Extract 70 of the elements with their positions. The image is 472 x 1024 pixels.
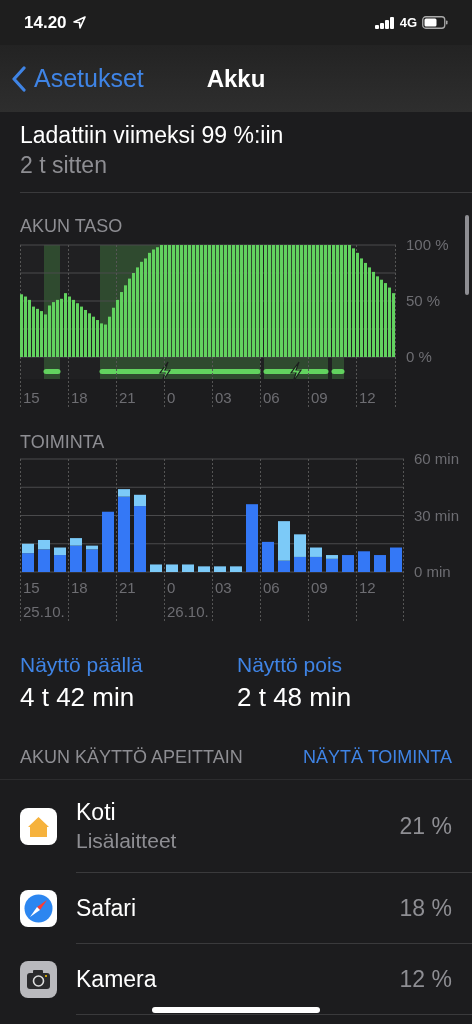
last-charge-title: Ladattiin viimeksi 99 %:iin	[20, 121, 285, 150]
chevron-left-icon	[12, 65, 26, 92]
date-label: 25.10.	[23, 603, 65, 620]
date-label: 26.10.	[167, 603, 209, 620]
chart-bar	[246, 504, 258, 572]
usage-percent: 12 %	[399, 965, 452, 993]
chart-bar	[342, 555, 354, 572]
axis-label: 12	[359, 389, 376, 406]
chart-bar	[102, 511, 114, 572]
axis-label: 18	[71, 579, 88, 596]
show-activity-link[interactable]: NÄYTÄ TOIMINTA	[302, 747, 452, 768]
location-arrow-icon	[72, 16, 86, 29]
section-heading: TOIMINTA	[20, 431, 106, 453]
axis-label: 03	[215, 579, 232, 596]
app-row[interactable]: Koti Lisälaitteet 21 %	[0, 780, 472, 873]
stat-label: Näyttö päällä	[20, 652, 144, 678]
axis-label: 30 min	[414, 506, 460, 524]
signal-icon	[374, 16, 395, 29]
app-detail: Lisälaitteet	[76, 828, 178, 854]
stat-label: Näyttö pois	[237, 652, 344, 678]
chart-bar	[198, 566, 210, 572]
compass-icon	[20, 890, 57, 927]
charging-strip	[331, 369, 345, 374]
chart-bar	[358, 551, 370, 572]
house-icon	[20, 808, 57, 845]
axis-label: 18	[71, 389, 88, 406]
axis-label: 06	[263, 389, 280, 406]
axis-label: 09	[311, 579, 328, 596]
axis-label: 0	[167, 579, 176, 596]
chart-bar	[230, 566, 242, 572]
axis-label: 15	[23, 389, 40, 406]
app-name: Safari	[76, 894, 138, 923]
back-button[interactable]: Asetukset	[0, 64, 144, 93]
axis-label: 0	[167, 389, 176, 406]
app-name: Kamera	[76, 965, 158, 994]
chart-bar	[262, 541, 274, 572]
axis-label: 21	[119, 389, 136, 406]
stat-value: 4 t 42 min	[20, 681, 136, 714]
usage-percent: 21 %	[399, 812, 452, 840]
axis-label: 15	[23, 579, 40, 596]
last-charge-time: 2 t sitten	[20, 151, 108, 180]
section-heading: AKUN KÄYTTÖ APEITTAIN	[20, 747, 243, 768]
axis-label: 06	[263, 579, 280, 596]
section-heading: AKUN TASO	[20, 215, 124, 237]
axis-label: 50 %	[406, 292, 441, 309]
chart-bar	[214, 566, 226, 572]
chart-bar	[182, 564, 194, 572]
stat-value: 2 t 48 min	[237, 681, 353, 714]
axis-label: 0 min	[414, 563, 451, 580]
app-row[interactable]: Safari 18 %	[0, 873, 472, 944]
clock-time: 14.20	[24, 12, 67, 33]
axis-label: 12	[359, 579, 376, 596]
network-type: 4G	[399, 15, 417, 30]
axis-label: 21	[119, 579, 136, 596]
camera-icon	[20, 961, 57, 998]
charging-strip	[43, 369, 61, 374]
page-title: Akku	[206, 64, 266, 93]
battery-icon	[422, 16, 448, 29]
chart-bar	[374, 555, 386, 572]
charging-strip	[263, 369, 329, 374]
chart-bar	[150, 564, 162, 572]
axis-label: 03	[215, 389, 232, 406]
app-name: Koti	[76, 798, 117, 827]
axis-label: 100 %	[406, 237, 449, 253]
axis-label: 60 min	[414, 453, 460, 467]
axis-label: 0 %	[406, 348, 432, 365]
chart-bar	[390, 547, 402, 572]
axis-label: 09	[311, 389, 328, 406]
chart-bar	[166, 564, 178, 572]
usage-percent: 18 %	[399, 894, 452, 922]
